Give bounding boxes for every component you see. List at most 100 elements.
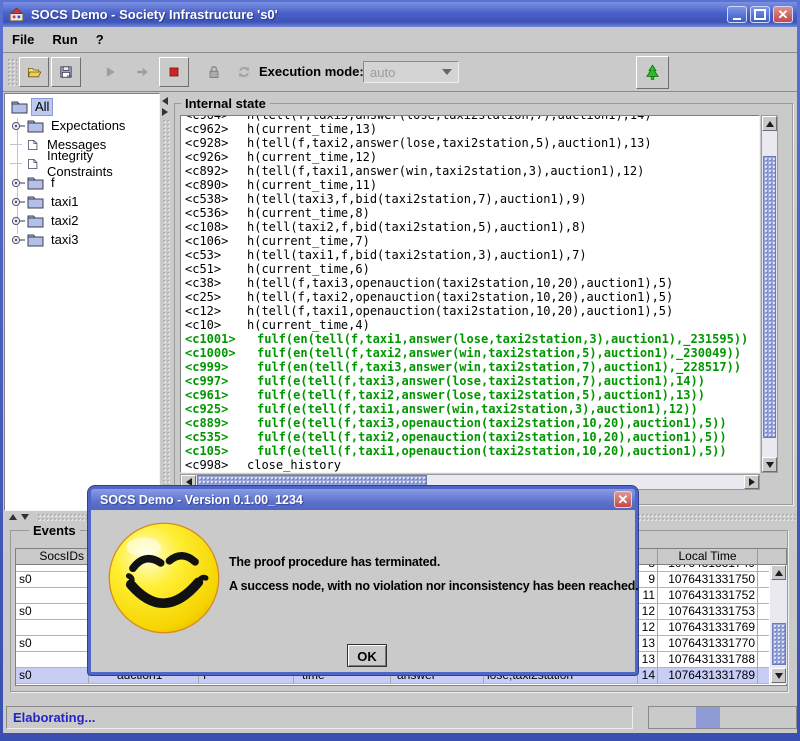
maximize-button[interactable] [750, 6, 770, 23]
event-id: <c999> [185, 360, 247, 374]
arrow-up-icon [766, 121, 774, 127]
tree-item-taxi1[interactable]: taxi1 [5, 192, 159, 211]
cell-localtime: 1076431331789 [658, 668, 758, 684]
column-header-socsids[interactable]: SocsIDs [16, 549, 89, 564]
cell-socsid [16, 565, 89, 572]
folder-icon [11, 100, 28, 114]
menu-item-help[interactable]: ? [87, 28, 113, 52]
status-bar: Elaborating... [3, 703, 797, 733]
step-button[interactable] [127, 57, 157, 87]
tree-item-taxi2[interactable]: taxi2 [5, 211, 159, 230]
society-tree-button[interactable] [636, 56, 669, 89]
tree-expand-handle-icon[interactable] [10, 215, 26, 227]
state-line: <c961>fulf(e(tell(f,taxi2,answer(lose,ta… [185, 388, 759, 402]
minimize-button[interactable] [727, 6, 747, 23]
event-term: h(current_time,4) [247, 318, 370, 332]
tree-item-expectations[interactable]: Expectations [5, 116, 159, 135]
society-tree-panel: AllExpectationsMessagesIntegrity Constra… [4, 93, 160, 511]
save-button[interactable] [51, 57, 81, 87]
scroll-down-button[interactable] [771, 668, 786, 683]
tree-expand-handle-icon[interactable] [10, 196, 26, 208]
scroll-up-button[interactable] [762, 116, 777, 131]
state-line: <c999>fulf(en(tell(f,taxi3,answer(win,ta… [185, 360, 759, 374]
file-icon [27, 138, 40, 152]
event-term: fulf(e(tell(f,taxi1,openauction(taxi2sta… [247, 444, 727, 458]
tree-expand-handle-icon[interactable] [10, 234, 26, 246]
cell-localtime: 1076431331769 [658, 620, 758, 636]
refresh-button[interactable] [229, 57, 259, 87]
event-term: h(tell(f,taxi2,openauction(taxi2station,… [247, 290, 673, 304]
folder-icon [27, 233, 44, 247]
event-id: <c25> [185, 290, 247, 304]
event-id: <c108> [185, 220, 247, 234]
dialog-message-line1: The proof procedure has terminated. [229, 555, 440, 569]
event-id: <c997> [185, 374, 247, 388]
file-icon [27, 157, 40, 171]
column-header-seq[interactable] [638, 549, 658, 564]
scroll-right-button[interactable] [744, 475, 759, 489]
dialog-title: SOCS Demo - Version 0.1.00_1234 [100, 493, 303, 507]
scroll-up-button[interactable] [771, 565, 786, 580]
state-line: <c25>h(tell(f,taxi2,openauction(taxi2sta… [185, 290, 759, 304]
execution-mode-value: auto [370, 65, 395, 80]
tree-item-all[interactable]: All [5, 97, 159, 116]
cell-seq: 12 [638, 604, 658, 620]
state-vertical-scrollbar[interactable] [761, 115, 778, 473]
event-term: h(current_time,8) [247, 206, 370, 220]
event-id: <c964> [185, 115, 247, 122]
cell-socsid [16, 620, 89, 636]
arrow-up-icon [775, 570, 783, 576]
vertical-split-divider[interactable] [160, 93, 172, 511]
tree-item-label: taxi3 [48, 232, 81, 248]
scrollbar-thumb[interactable] [772, 623, 786, 665]
ok-button[interactable]: OK [347, 644, 387, 667]
event-term: h(tell(f,taxi1,answer(win,taxi2station,3… [247, 164, 644, 178]
tree-item-f[interactable]: f [5, 173, 159, 192]
status-message: Elaborating... [6, 706, 633, 729]
tree-item-taxi3[interactable]: taxi3 [5, 230, 159, 249]
event-id: <c998> [185, 458, 247, 472]
column-header-localtime[interactable]: Local Time [658, 549, 758, 564]
dialog-title-bar[interactable]: SOCS Demo - Version 0.1.00_1234 ✕ [91, 489, 635, 510]
scroll-down-button[interactable] [762, 457, 777, 472]
scrollbar-thumb[interactable] [763, 156, 776, 438]
cell-seq: 12 [638, 620, 658, 636]
close-icon: ✕ [618, 493, 629, 506]
event-id: <c928> [185, 136, 247, 150]
close-button[interactable]: ✕ [773, 6, 793, 23]
event-id: <c38> [185, 276, 247, 290]
state-line: <c890>h(current_time,11) [185, 178, 759, 192]
lock-button[interactable] [199, 57, 229, 87]
dialog-close-button[interactable]: ✕ [614, 491, 632, 508]
state-line: <c998>close_history [185, 458, 759, 472]
play-button[interactable] [95, 57, 125, 87]
tree-item-integrity-constraints[interactable]: Integrity Constraints [5, 154, 159, 173]
title-bar[interactable]: SOCS Demo - Society Infrastructure 's0' … [3, 2, 797, 27]
open-button[interactable] [19, 57, 49, 87]
tree-expand-handle-icon[interactable] [10, 177, 26, 189]
event-term: h(tell(f,taxi3,answer(lose,taxi2station,… [247, 115, 652, 122]
cell-localtime: 1076431331753 [658, 604, 758, 620]
event-id: <c106> [185, 234, 247, 248]
internal-state-textarea[interactable]: <c964>h(tell(f,taxi3,answer(lose,taxi2st… [180, 115, 760, 473]
collapse-left-icon[interactable] [162, 97, 168, 105]
event-id: <c535> [185, 430, 247, 444]
state-line: <c928>h(tell(f,taxi2,answer(lose,taxi2st… [185, 136, 759, 150]
cell-spacer [758, 604, 769, 620]
cell-socsid [16, 652, 89, 668]
events-vertical-scrollbar[interactable] [770, 565, 787, 684]
execution-mode-select[interactable]: auto [363, 61, 459, 83]
menu-item-run[interactable]: Run [43, 28, 86, 52]
tree-expand-handle-icon[interactable] [10, 120, 26, 132]
expand-right-icon[interactable] [162, 108, 168, 116]
event-term: fulf(e(tell(f,taxi3,openauction(taxi2sta… [247, 416, 727, 430]
toolbar-grip[interactable] [7, 58, 17, 86]
event-term: h(tell(taxi1,f,bid(taxi2station,3),aucti… [247, 248, 587, 262]
event-term: fulf(e(tell(f,taxi1,answer(win,taxi2stat… [247, 402, 698, 416]
arrow-down-icon [775, 673, 783, 679]
menu-item-file[interactable]: File [3, 28, 43, 52]
stop-button[interactable] [159, 57, 189, 87]
expand-down-icon[interactable] [21, 514, 29, 520]
collapse-up-icon[interactable] [9, 514, 17, 520]
cell-spacer [758, 572, 769, 588]
